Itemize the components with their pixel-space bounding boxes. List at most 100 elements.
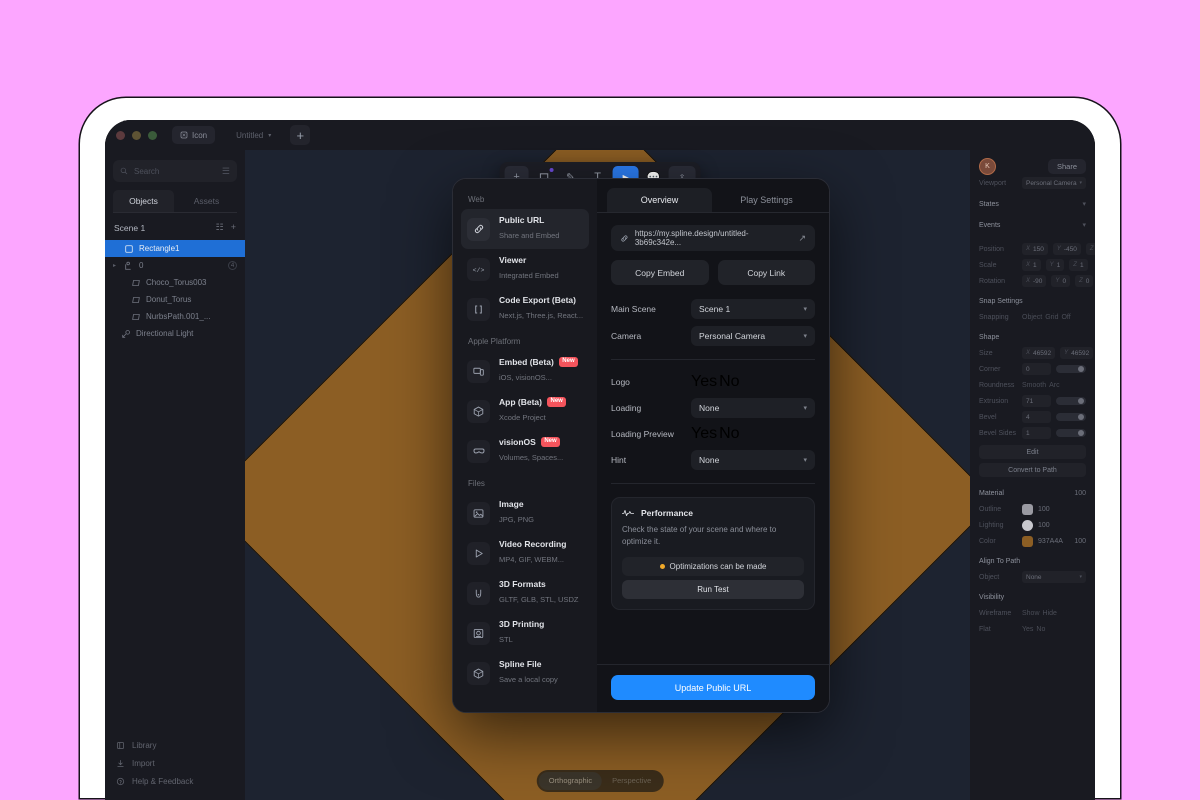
color-swatch[interactable]: [1022, 535, 1033, 547]
grid-view-icon[interactable]: ☷: [216, 222, 224, 233]
close-icon[interactable]: [116, 130, 125, 140]
camera-mode-perspective[interactable]: Perspective: [602, 772, 661, 790]
copy-link-button[interactable]: Copy Link: [717, 260, 815, 285]
hint-select[interactable]: None ▾: [691, 450, 815, 470]
bevel-slider[interactable]: [1056, 413, 1086, 421]
filter-icon[interactable]: ☰: [222, 166, 230, 177]
nav-item-code-export[interactable]: Code Export (Beta) Next.js, Three.js, Re…: [461, 289, 589, 329]
position-x[interactable]: X 150: [1022, 243, 1048, 255]
rotation-y[interactable]: Y0: [1051, 275, 1071, 287]
size-y[interactable]: Y 46592: [1060, 347, 1094, 359]
extrusion-slider[interactable]: [1056, 397, 1086, 405]
edit-button[interactable]: Edit: [979, 445, 1086, 459]
loading-select[interactable]: None ▾: [691, 398, 815, 418]
wireframe-option-show[interactable]: Show: [1022, 610, 1040, 617]
tree-item-group-0[interactable]: ▸ 0 4: [105, 257, 245, 274]
run-test-button[interactable]: Run Test: [622, 580, 804, 600]
camera-mode-orthographic[interactable]: Orthographic: [538, 772, 603, 790]
copy-embed-button[interactable]: Copy Embed: [611, 260, 709, 285]
search-input[interactable]: Search ☰: [113, 160, 237, 182]
scale-z[interactable]: Z1: [1069, 259, 1088, 271]
update-public-url-button[interactable]: Update Public URL: [611, 675, 815, 700]
convert-to-path-button[interactable]: Convert to Path: [979, 463, 1086, 477]
tab-overview[interactable]: Overview: [607, 188, 712, 212]
nav-item-title: 3D Printing: [499, 619, 545, 629]
wireframe-option-hide[interactable]: Hide: [1043, 610, 1057, 617]
logo-option-yes[interactable]: Yes: [691, 373, 717, 391]
camera-projection-toggle[interactable]: Orthographic Perspective: [536, 770, 664, 792]
sidebar-item-import[interactable]: Import: [105, 754, 245, 772]
add-object-icon[interactable]: +: [231, 222, 236, 233]
sidebar-item-help-feedback[interactable]: Help & Feedback: [105, 772, 245, 790]
nav-item-public-url[interactable]: Public URL Share and Embed: [461, 209, 589, 249]
loading-preview-option-no[interactable]: No: [719, 425, 739, 443]
nav-item-visionos[interactable]: visionOS New Volumes, Spaces...: [461, 431, 589, 471]
tree-item-donut-torus[interactable]: Donut_Torus: [105, 291, 245, 308]
loading-preview-option-yes[interactable]: Yes: [691, 425, 717, 443]
states-label: States: [979, 200, 999, 208]
snapping-option-off[interactable]: Off: [1061, 314, 1070, 321]
flat-option-yes[interactable]: Yes: [1022, 626, 1033, 633]
nav-item-3d-formats[interactable]: 3D Formats GLTF, GLB, STL, USDZ: [461, 573, 589, 613]
nav-item-viewer[interactable]: </> Viewer Integrated Embed: [461, 249, 589, 289]
bevel-sides-slider[interactable]: [1056, 429, 1086, 437]
events-section[interactable]: Events ▾: [970, 212, 1095, 233]
chevron-right-icon[interactable]: ▸: [113, 262, 119, 269]
rotation-z[interactable]: Z0: [1075, 275, 1094, 287]
tab-objects[interactable]: Objects: [113, 190, 174, 212]
tree-item-rectangle1[interactable]: Rectangle1: [105, 240, 245, 257]
align-object-select[interactable]: None ▾: [1022, 571, 1086, 583]
states-section[interactable]: States ▾: [970, 191, 1095, 212]
tab-play-settings[interactable]: Play Settings: [714, 188, 819, 212]
nav-item-3d-printing[interactable]: 3D Printing STL: [461, 613, 589, 653]
flat-option-no[interactable]: No: [1036, 626, 1045, 633]
bevel-value[interactable]: 4: [1022, 411, 1051, 423]
scale-x[interactable]: X1: [1022, 259, 1041, 271]
scale-y[interactable]: Y1: [1045, 259, 1065, 271]
logo-option-no[interactable]: No: [719, 373, 739, 391]
corner-slider[interactable]: [1056, 365, 1086, 373]
nav-group-title-apple-platform: Apple Platform: [468, 337, 521, 346]
main-scene-select[interactable]: Scene 1 ▾: [691, 299, 815, 319]
maximize-icon[interactable]: [148, 130, 157, 140]
nav-item-app-beta[interactable]: App (Beta) New Xcode Project: [461, 391, 589, 431]
nav-item-embed-beta[interactable]: Embed (Beta) New iOS, visionOS...: [461, 351, 589, 391]
open-external-icon[interactable]: ↗: [798, 233, 806, 244]
position-y[interactable]: Y -450: [1052, 243, 1081, 255]
tab-assets[interactable]: Assets: [176, 190, 237, 212]
avatar[interactable]: K: [979, 158, 996, 175]
viewport-select[interactable]: Personal Camera ▾: [1022, 177, 1086, 189]
nav-item-video-recording[interactable]: Video Recording MP4, GIF, WEBM...: [461, 533, 589, 573]
tree-item-nurbspath[interactable]: NurbsPath.001_...: [105, 308, 245, 325]
nav-item-image[interactable]: Image JPG, PNG: [461, 493, 589, 533]
rotation-x[interactable]: X -90: [1022, 275, 1047, 287]
public-url-field[interactable]: https://my.spline.design/untitled-3b69c3…: [611, 225, 815, 251]
size-x[interactable]: X 46592: [1022, 347, 1056, 359]
sidebar-tabs: Objects Assets: [113, 190, 237, 213]
minimize-icon[interactable]: [132, 130, 141, 140]
titlebar-app-chip[interactable]: Icon: [172, 126, 216, 144]
tree-item-directional-light[interactable]: Directional Light: [105, 325, 245, 342]
camera-select[interactable]: Personal Camera ▾: [691, 326, 815, 346]
snapping-option-grid[interactable]: Grid: [1045, 314, 1058, 321]
performance-title: Performance: [641, 508, 693, 518]
extrusion-value[interactable]: 71: [1022, 395, 1051, 407]
chevron-down-icon[interactable]: ▾: [1082, 200, 1086, 208]
roundness-option-smooth[interactable]: Smooth: [1022, 382, 1046, 389]
roundness-option-arc[interactable]: Arc: [1049, 382, 1060, 389]
lighting-swatch[interactable]: [1022, 519, 1033, 531]
color-alpha-value: 100: [1074, 537, 1086, 545]
tree-item-choco-torus003[interactable]: Choco_Torus003: [105, 274, 245, 291]
snapping-option-object[interactable]: Object: [1022, 314, 1042, 321]
bevel-sides-value[interactable]: 1: [1022, 427, 1051, 439]
titlebar-document-title[interactable]: Untitled ▾: [236, 131, 271, 140]
chevron-down-icon[interactable]: ▾: [268, 132, 271, 139]
position-z[interactable]: Z300: [1085, 243, 1095, 255]
outline-swatch[interactable]: [1022, 503, 1033, 515]
sidebar-item-library[interactable]: Library: [105, 736, 245, 754]
nav-item-spline-file[interactable]: Spline File Save a local copy: [461, 653, 589, 693]
share-button[interactable]: Share: [1047, 159, 1086, 174]
chevron-down-icon[interactable]: ▾: [1082, 221, 1086, 229]
new-tab-button[interactable]: +: [290, 125, 311, 145]
corner-value[interactable]: 0: [1022, 363, 1051, 375]
